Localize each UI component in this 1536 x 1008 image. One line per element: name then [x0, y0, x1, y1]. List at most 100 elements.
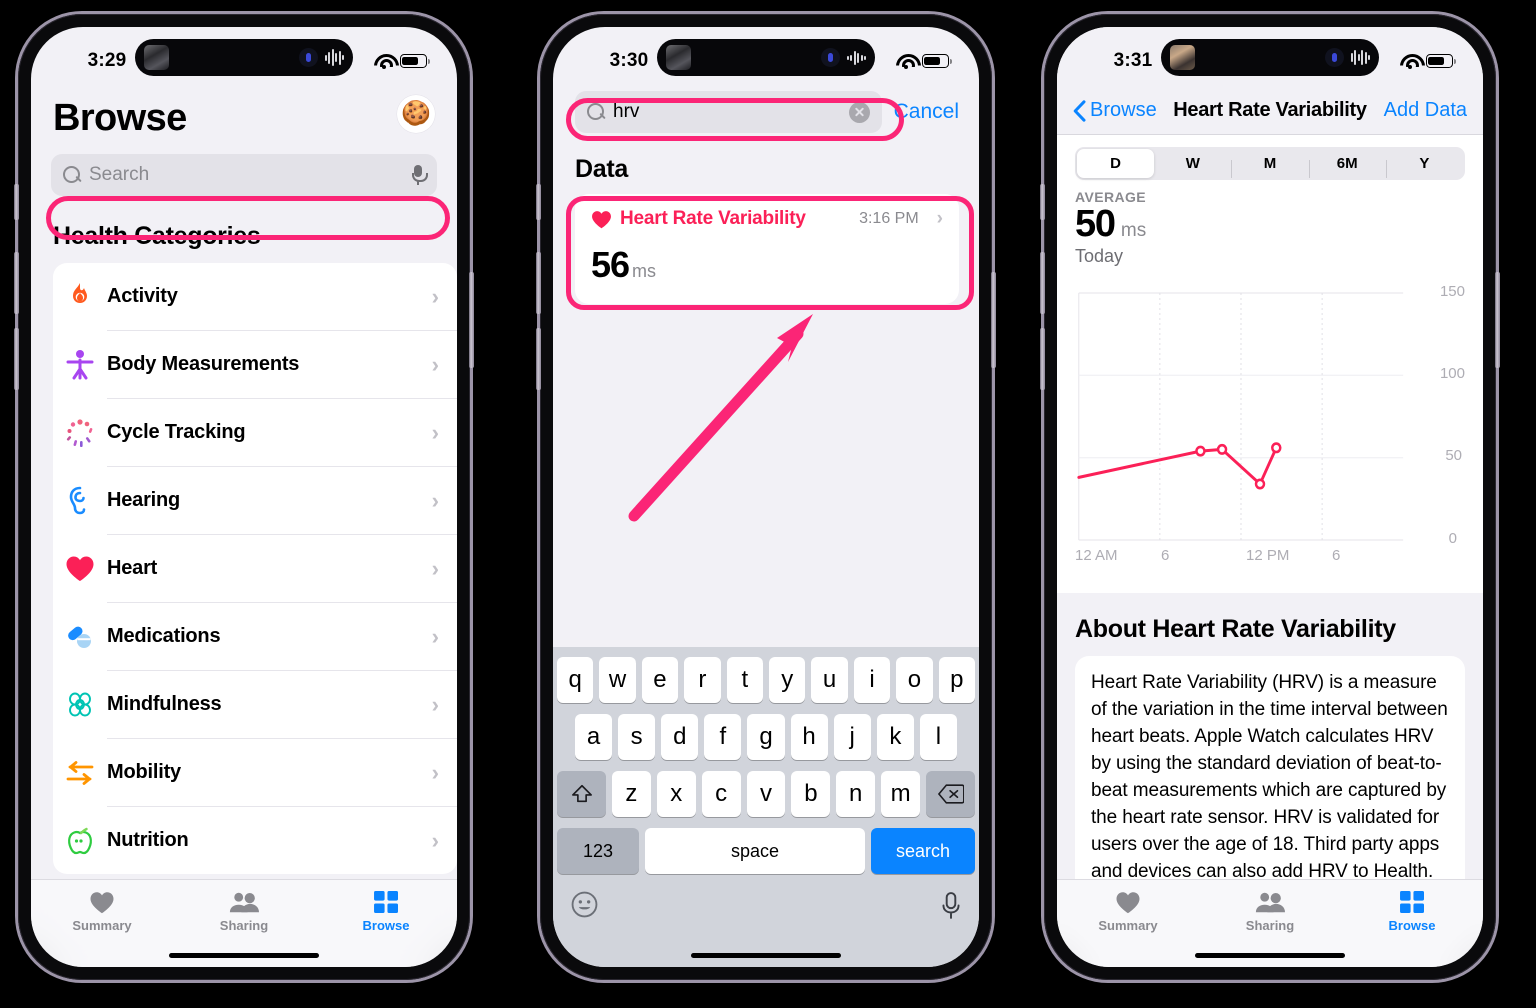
- pills-icon: [53, 623, 107, 651]
- key-d[interactable]: d: [661, 714, 699, 760]
- key-e[interactable]: e: [641, 657, 679, 703]
- list-item[interactable]: Hearing ›: [53, 467, 457, 534]
- key-l[interactable]: l: [919, 714, 957, 760]
- tab-browse[interactable]: Browse: [315, 891, 457, 933]
- key-n[interactable]: n: [836, 771, 876, 817]
- phone1-screen: 3:29 Browse 🍪 Search Health Categories A…: [31, 27, 457, 967]
- live-activity-artwork-icon: [144, 45, 169, 70]
- emoji-smiley-icon[interactable]: [571, 891, 598, 925]
- key-r[interactable]: r: [684, 657, 721, 703]
- list-item[interactable]: Heart ›: [53, 535, 457, 602]
- dynamic-island[interactable]: [1161, 39, 1379, 76]
- key-numbers[interactable]: 123: [557, 828, 639, 874]
- key-k[interactable]: k: [876, 714, 914, 760]
- keyboard: q w e r t y u i o p a s d f g h j k l z …: [553, 647, 979, 967]
- search-result-card[interactable]: Heart Rate Variability 3:16 PM › 56 ms: [575, 194, 959, 304]
- key-f[interactable]: f: [704, 714, 742, 760]
- result-value-row: 56 ms: [591, 244, 943, 286]
- key-i[interactable]: i: [853, 657, 891, 703]
- key-c[interactable]: c: [701, 771, 741, 817]
- tab-label: Browse: [362, 918, 410, 933]
- chevron-left-icon: [1073, 99, 1086, 122]
- back-button[interactable]: Browse: [1073, 99, 1157, 122]
- tab-sharing[interactable]: Sharing: [1199, 891, 1341, 933]
- chevron-right-icon: ›: [431, 283, 439, 309]
- range-option-y[interactable]: Y: [1385, 155, 1463, 178]
- list-item[interactable]: Nutrition ›: [53, 807, 457, 874]
- chevron-right-icon: ›: [431, 419, 439, 445]
- audio-waveform-icon: [324, 49, 344, 66]
- avatar[interactable]: 🍪: [397, 94, 435, 133]
- microphone-icon[interactable]: [411, 165, 428, 185]
- phone-side-button: [536, 184, 541, 220]
- dynamic-island[interactable]: [135, 39, 353, 76]
- list-item[interactable]: Body Measurements ›: [53, 331, 457, 398]
- phone-volume-up-button: [1040, 252, 1045, 314]
- key-q[interactable]: q: [556, 657, 594, 703]
- key-s[interactable]: s: [618, 714, 656, 760]
- key-h[interactable]: h: [790, 714, 828, 760]
- live-activity-indicator-icon: [1324, 48, 1344, 67]
- phone-side-button: [14, 184, 19, 220]
- tab-label: Summary: [72, 918, 132, 933]
- about-card: Heart Rate Variability (HRV) is a measur…: [1075, 656, 1465, 900]
- range-option-m[interactable]: M: [1231, 155, 1308, 178]
- home-indicator: [169, 953, 319, 958]
- key-p[interactable]: p: [938, 657, 976, 703]
- tab-browse[interactable]: Browse: [1341, 891, 1483, 933]
- cancel-button[interactable]: Cancel: [894, 100, 959, 124]
- hrv-chart[interactable]: 150 100 50 0 12 AM 6 12 PM 6: [1075, 275, 1465, 575]
- tab-sharing[interactable]: Sharing: [173, 891, 315, 933]
- key-x[interactable]: x: [656, 771, 696, 817]
- key-o[interactable]: o: [896, 657, 933, 703]
- search-value: hrv: [613, 101, 640, 122]
- key-w[interactable]: w: [599, 657, 636, 703]
- list-item-label: Body Measurements: [107, 353, 300, 375]
- backspace-icon[interactable]: [926, 771, 976, 817]
- range-option-6m[interactable]: 6M: [1308, 155, 1386, 178]
- range-option-d[interactable]: D: [1077, 149, 1155, 178]
- phone3-screen: 3:31 Browse Heart Rate Variability Add D…: [1057, 27, 1483, 967]
- key-m[interactable]: m: [881, 771, 921, 817]
- people-icon: [229, 892, 259, 913]
- key-t[interactable]: t: [726, 657, 763, 703]
- clear-circle-icon[interactable]: [848, 101, 870, 123]
- key-z[interactable]: z: [612, 771, 651, 817]
- result-time: 3:16 PM: [859, 210, 919, 227]
- range-option-w[interactable]: W: [1154, 155, 1231, 172]
- average-value-row: 50 ms: [1075, 203, 1465, 246]
- tab-summary[interactable]: Summary: [1057, 891, 1199, 933]
- list-item[interactable]: Cycle Tracking ›: [53, 399, 457, 466]
- key-a[interactable]: a: [575, 714, 613, 760]
- key-search[interactable]: search: [871, 828, 975, 874]
- list-item[interactable]: Mobility ›: [53, 739, 457, 806]
- search-input[interactable]: Search: [51, 154, 437, 196]
- key-v[interactable]: v: [746, 771, 786, 817]
- heart-icon: [1116, 892, 1140, 914]
- result-value: 56: [591, 244, 630, 285]
- add-data-button[interactable]: Add Data: [1384, 99, 1467, 122]
- phone-browse: 3:29 Browse 🍪 Search Health Categories A…: [14, 14, 474, 980]
- status-bar: 3:31: [1057, 27, 1483, 87]
- microphone-icon[interactable]: [941, 891, 961, 925]
- key-b[interactable]: b: [791, 771, 831, 817]
- key-u[interactable]: u: [811, 657, 848, 703]
- key-j[interactable]: j: [833, 714, 871, 760]
- keyboard-bottom-row: [553, 885, 979, 925]
- key-space[interactable]: space: [645, 828, 865, 874]
- list-item[interactable]: Activity ›: [53, 263, 457, 330]
- phone-hrv-detail: 3:31 Browse Heart Rate Variability Add D…: [1040, 14, 1500, 980]
- list-item-label: Activity: [107, 285, 178, 307]
- list-item-label: Mindfulness: [107, 693, 222, 715]
- tab-summary[interactable]: Summary: [31, 891, 173, 933]
- phone-power-button: [469, 272, 474, 368]
- audio-waveform-icon: [846, 50, 866, 65]
- list-item[interactable]: Medications ›: [53, 603, 457, 670]
- body-figure-icon: [53, 349, 107, 381]
- key-y[interactable]: y: [769, 657, 806, 703]
- shift-up-icon[interactable]: [557, 771, 606, 817]
- dynamic-island[interactable]: [657, 39, 875, 76]
- key-g[interactable]: g: [747, 714, 785, 760]
- search-input[interactable]: hrv: [575, 91, 882, 133]
- list-item[interactable]: Mindfulness ›: [53, 671, 457, 738]
